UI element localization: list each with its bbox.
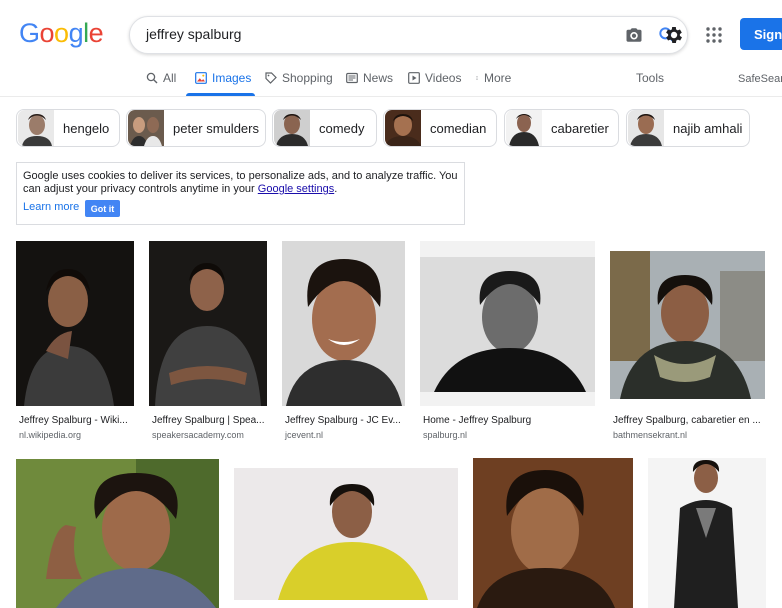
chip-thumbnail (18, 110, 54, 146)
portrait-photo (610, 251, 765, 399)
portrait-photo (149, 241, 267, 406)
cookie-text: Google uses cookies to deliver its servi… (23, 170, 463, 196)
got-it-button[interactable]: Got it (85, 200, 120, 217)
portrait-photo (420, 241, 595, 406)
tab-videos[interactable]: Videos (408, 71, 461, 85)
google-logo[interactable]: Google (19, 18, 104, 49)
image-result[interactable] (234, 468, 458, 600)
logo-letter: g (68, 18, 84, 48)
image-result[interactable] (420, 241, 595, 406)
result-title[interactable]: Jeffrey Spalburg - JC Ev... (285, 415, 405, 426)
logo-letter: o (39, 18, 55, 48)
sign-in-button[interactable]: Sign (740, 18, 782, 50)
chip-comedian[interactable]: comedian (383, 109, 497, 147)
result-source[interactable]: spalburg.nl (423, 430, 467, 440)
logo-letter: G (19, 18, 40, 48)
search-box[interactable]: jeffrey spalburg (129, 16, 688, 54)
result-source[interactable]: jcevent.nl (285, 430, 323, 440)
cookie-text-end: . (334, 183, 338, 195)
chip-comedy[interactable]: comedy (272, 109, 377, 147)
image-result[interactable] (610, 251, 765, 399)
chip-najib-amhali[interactable]: najib amhali (626, 109, 750, 147)
result-source[interactable]: nl.wikipedia.org (19, 430, 81, 440)
tag-icon (265, 72, 277, 84)
result-title[interactable]: Jeffrey Spalburg | Spea... (152, 415, 267, 426)
image-result[interactable] (149, 241, 267, 406)
apps-grid-icon[interactable] (706, 27, 722, 43)
header-divider (0, 96, 782, 97)
portrait-photo (282, 241, 405, 406)
news-icon (346, 72, 358, 84)
image-result[interactable] (16, 241, 134, 406)
portrait-photo (648, 458, 766, 608)
portrait-photo (16, 241, 134, 406)
chip-thumbnail (506, 110, 542, 146)
portrait-photo (473, 458, 633, 608)
chip-label: peter smulders (173, 120, 259, 136)
chip-label: najib amhali (673, 120, 743, 136)
tab-label: Images (212, 71, 252, 85)
image-icon (195, 72, 207, 84)
search-icon (146, 72, 158, 84)
tab-all[interactable]: All (146, 71, 176, 85)
tab-label: More (484, 71, 512, 85)
more-vert-icon (476, 76, 478, 80)
chip-thumbnail (628, 110, 664, 146)
image-result[interactable] (282, 241, 405, 406)
chip-label: cabaretier (551, 120, 609, 136)
tab-label: News (363, 71, 394, 85)
result-source[interactable]: bathmensekrant.nl (613, 430, 687, 440)
portrait-photo (16, 459, 219, 608)
tools-button[interactable]: Tools (636, 71, 664, 85)
chip-label: hengelo (63, 120, 110, 136)
logo-letter: o (54, 18, 69, 48)
tab-shopping[interactable]: Shopping (265, 71, 333, 85)
tab-label: Shopping (282, 71, 333, 85)
chip-thumbnail (385, 110, 421, 146)
tab-images[interactable]: Images (195, 71, 251, 85)
chip-label: comedy (319, 120, 365, 136)
gear-icon[interactable] (663, 24, 685, 46)
play-icon (408, 72, 420, 84)
image-result[interactable] (648, 458, 766, 608)
chip-hengelo[interactable]: hengelo (16, 109, 120, 147)
portrait-photo (234, 468, 458, 600)
cookie-text-body: Google uses cookies to deliver its servi… (23, 170, 458, 195)
cookie-notice: Google uses cookies to deliver its servi… (16, 162, 465, 225)
learn-more-link[interactable]: Learn more (23, 201, 79, 213)
chip-label: comedian (430, 120, 487, 136)
chip-peter-smulders[interactable]: peter smulders (126, 109, 266, 147)
result-title[interactable]: Jeffrey Spalburg - Wiki... (19, 415, 134, 426)
result-title[interactable]: Jeffrey Spalburg, cabaretier en ... (613, 415, 765, 426)
result-source[interactable]: speakersacademy.com (152, 430, 244, 440)
tab-more[interactable]: More (475, 71, 511, 85)
logo-letter: e (88, 18, 104, 48)
camera-icon[interactable] (625, 26, 643, 44)
google-settings-link[interactable]: Google settings (258, 183, 334, 195)
image-result[interactable] (16, 459, 219, 608)
tab-label: Videos (425, 71, 462, 85)
chip-thumbnail (274, 110, 310, 146)
chip-cabaretier[interactable]: cabaretier (504, 109, 619, 147)
tab-label: All (163, 71, 177, 85)
result-title[interactable]: Home - Jeffrey Spalburg (423, 415, 595, 426)
search-input[interactable]: jeffrey spalburg (146, 26, 241, 42)
chip-thumbnail (128, 110, 164, 146)
tab-news[interactable]: News (346, 71, 393, 85)
image-result[interactable] (473, 458, 633, 608)
safesearch-button[interactable]: SafeSearch (738, 73, 782, 85)
